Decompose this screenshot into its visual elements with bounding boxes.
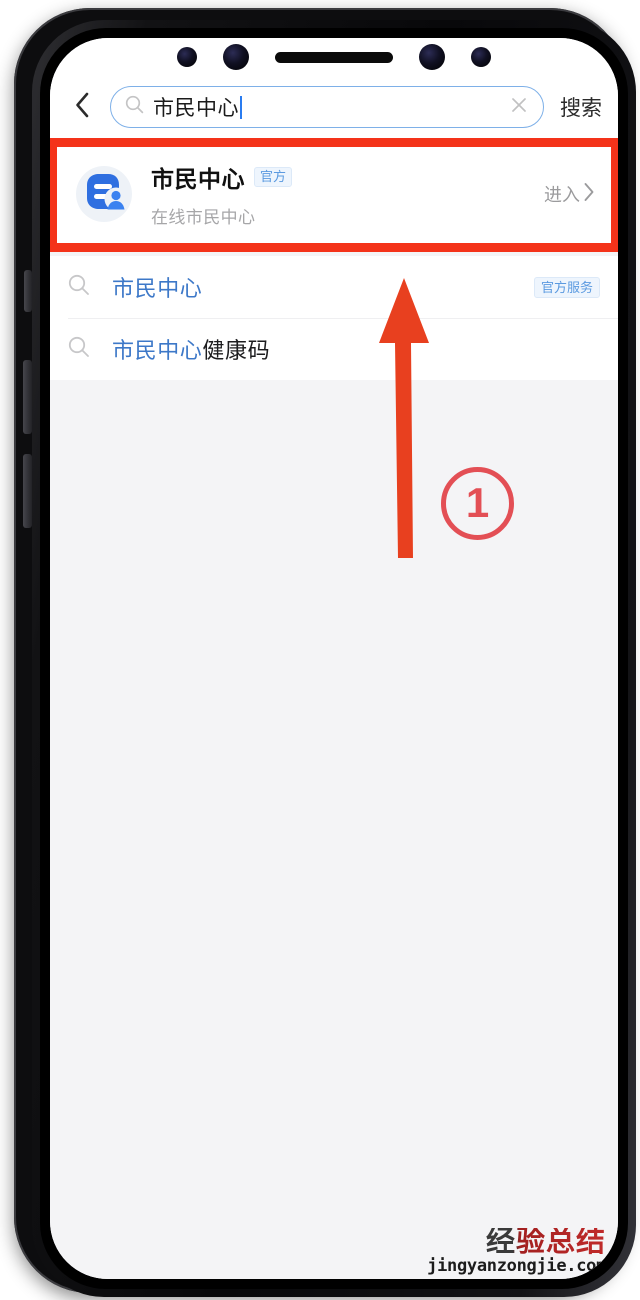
step-number-digit: 1 — [465, 478, 490, 526]
official-service-badge: 官方服务 — [533, 276, 600, 298]
phone-screen: 市民中心 搜索 市民中心 官方服务 市民中心健康码 市民中心 官方 在线市民中心… — [50, 38, 618, 1279]
suggestion-text: 市民中心 — [112, 271, 534, 303]
official-app-result[interactable]: 市民中心 官方 在线市民中心 进入 — [57, 147, 611, 243]
front-sensor-icon — [177, 47, 197, 67]
result-title: 市民中心 — [151, 166, 245, 192]
volume-down-button[interactable] — [23, 454, 32, 528]
mute-switch-button[interactable] — [24, 270, 32, 312]
text-cursor — [240, 95, 242, 119]
volume-up-button[interactable] — [23, 360, 32, 434]
proximity-sensor-icon — [419, 44, 445, 70]
result-text-block: 市民中心 官方 在线市民中心 — [151, 160, 544, 228]
search-icon — [68, 336, 90, 363]
search-icon — [125, 95, 144, 119]
search-input-value: 市民中心 — [153, 97, 239, 120]
watermark-title: 经验总结 — [427, 1228, 606, 1257]
official-badge: 官方 — [254, 167, 293, 187]
suggestion-rest: 健康码 — [202, 338, 271, 363]
phone-frame: 市民中心 搜索 市民中心 官方服务 市民中心健康码 市民中心 官方 在线市民中心… — [14, 8, 636, 1297]
back-button[interactable] — [62, 87, 102, 127]
step-number-badge: 1 — [441, 467, 514, 540]
watermark: 经验总结 jingyanzongjie.com — [427, 1228, 606, 1275]
notch-sensor-row — [50, 38, 618, 76]
ambient-light-sensor-icon — [471, 47, 491, 67]
suggestion-text: 市民中心健康码 — [112, 333, 600, 365]
list-item[interactable]: 市民中心 官方服务 — [50, 256, 618, 318]
search-icon — [68, 274, 90, 301]
suggestion-match: 市民中心 — [112, 276, 203, 301]
suggestion-match: 市民中心 — [112, 338, 203, 363]
enter-button[interactable]: 进入 — [544, 181, 595, 207]
chevron-left-icon — [74, 91, 90, 124]
citizen-center-app-icon — [75, 165, 133, 223]
search-header: 市民中心 搜索 — [50, 76, 618, 138]
earpiece-speaker-icon — [275, 51, 393, 63]
clear-search-button[interactable] — [509, 95, 529, 120]
search-results: 市民中心 官方服务 市民中心健康码 市民中心 官方 在线市民中心 进入 1 — [50, 138, 618, 1279]
result-subtitle: 在线市民中心 — [151, 208, 256, 227]
suggestion-list: 市民中心 官方服务 市民中心健康码 — [50, 256, 618, 380]
front-camera-icon — [223, 44, 249, 70]
watermark-url: jingyanzongjie.com — [427, 1256, 606, 1276]
chevron-right-icon — [583, 182, 595, 207]
enter-label: 进入 — [544, 185, 580, 205]
list-item[interactable]: 市民中心健康码 — [50, 318, 618, 380]
search-submit-button[interactable]: 搜索 — [552, 92, 606, 122]
result-title-row: 市民中心 官方 — [151, 160, 544, 194]
search-input[interactable]: 市民中心 — [110, 86, 544, 128]
highlighted-result-card[interactable]: 市民中心 官方 在线市民中心 进入 — [50, 138, 618, 252]
